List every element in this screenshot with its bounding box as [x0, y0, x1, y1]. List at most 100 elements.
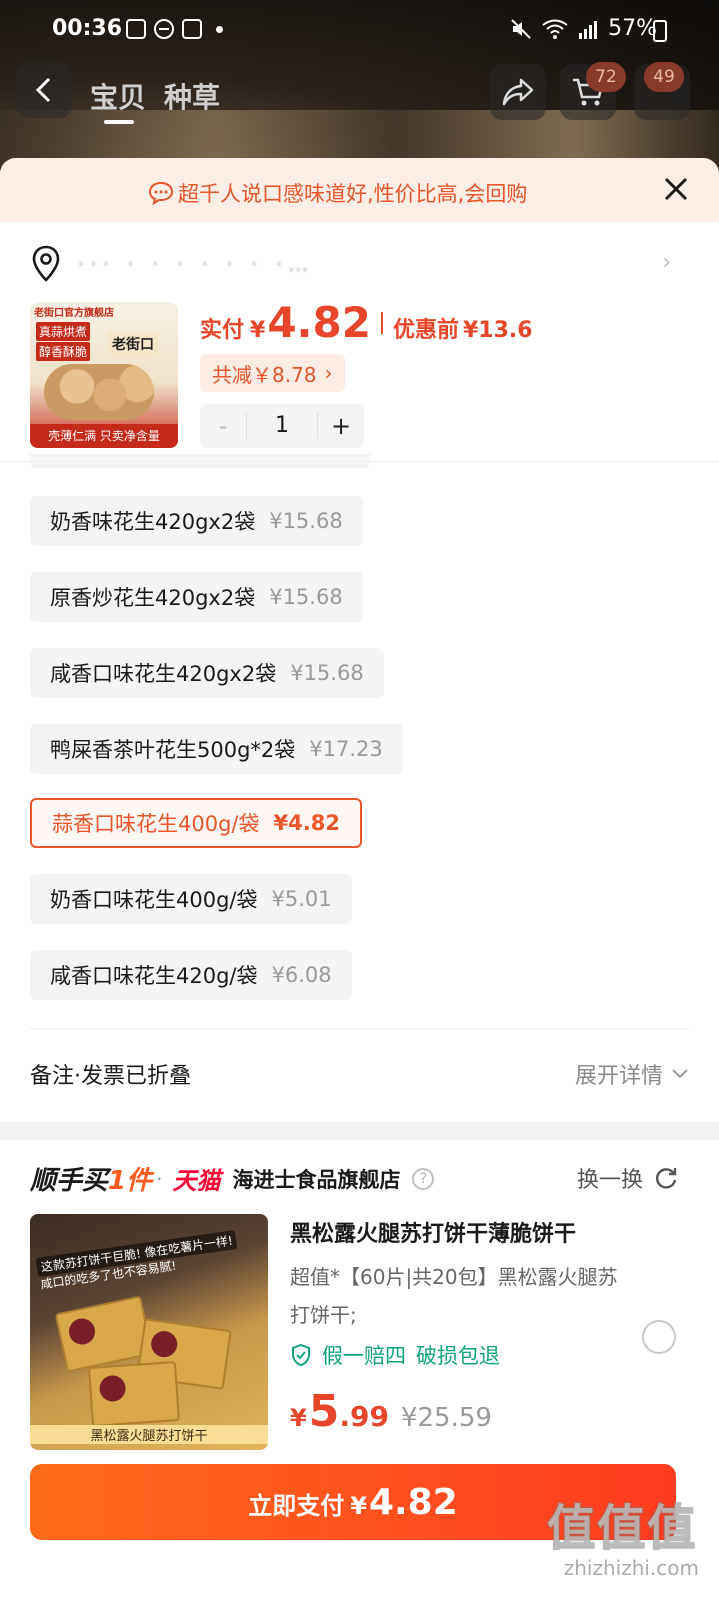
recommend-product-name[interactable]: 黑松露火腿苏打饼干薄脆饼干: [290, 1216, 576, 1248]
recommend-product-desc: 超值*【60片|共20包】黑松露火腿苏打饼干;: [290, 1265, 618, 1327]
option-item[interactable]: 咸香口味花生420g/袋 ¥6.08: [30, 950, 352, 1000]
peanut-image: [44, 364, 154, 420]
mute-icon: [511, 18, 531, 39]
price-decimal: .99: [339, 1400, 389, 1433]
image-icon: [126, 19, 146, 39]
paid-amount: 4.82: [267, 298, 371, 347]
divider: [30, 1028, 689, 1029]
option-price: ¥15.68: [290, 661, 364, 685]
swap-label: 换一换: [576, 1168, 643, 1193]
address-row[interactable]: ··· · · · · · · ·… ›: [0, 238, 719, 298]
app-notification-icon: [182, 19, 202, 39]
price-row: 实付 ¥ 4.82 优惠前 ¥13.6: [200, 298, 533, 347]
tab-grass[interactable]: 种草: [164, 76, 220, 116]
quantity-value[interactable]: 1: [246, 413, 318, 439]
chat-bubble-icon: [148, 181, 174, 205]
old-price: ¥25.59: [400, 1403, 492, 1433]
title-dot: ·: [156, 1166, 163, 1191]
currency-symbol: ¥: [250, 318, 266, 343]
option-name: 咸香口味花生420g/袋: [50, 964, 258, 988]
do-not-disturb-icon: [154, 19, 174, 39]
thumb-brand: 老街口: [108, 332, 158, 356]
watermark-url: zhizhizhi.com: [563, 1556, 699, 1580]
expand-label: 展开详情: [574, 1064, 663, 1089]
thumb-footer: 壳薄仁满 只卖净含量: [30, 424, 178, 448]
recommend-title: 顺手买1件: [30, 1166, 153, 1196]
location-pin-icon: [30, 244, 62, 288]
purchase-sheet: 超千人说口感味道好,性价比高,会回购 ··· · · · · · · ·… › …: [0, 158, 719, 1600]
option-item[interactable]: 鸭屎香茶叶花生500g*2袋 ¥17.23: [30, 724, 403, 774]
option-price: ¥15.68: [269, 509, 343, 533]
message-count-badge: 49: [644, 62, 684, 92]
option-name: 奶香口味花生400g/袋: [50, 888, 258, 912]
cart-count-badge: 72: [586, 62, 626, 92]
option-price: ¥4.82: [273, 811, 340, 835]
battery-icon: [653, 20, 667, 42]
select-radio[interactable]: [642, 1320, 676, 1354]
pay-amount: 4.82: [368, 1482, 458, 1523]
top-nav: 宝贝 种草 72 49: [0, 62, 719, 124]
original-price: ¥13.6: [462, 318, 533, 343]
divider: [0, 461, 719, 462]
active-tab-indicator: [104, 120, 134, 124]
close-icon: [664, 177, 688, 201]
option-name: 鸭屎香茶叶花生500g*2袋: [50, 738, 296, 762]
pay-label: 立即支付: [248, 1492, 345, 1520]
more-dot-icon: [216, 25, 223, 33]
price-divider: [380, 311, 383, 334]
option-item[interactable]: 奶香味花生420gx2袋 ¥15.68: [30, 496, 363, 546]
increase-button[interactable]: +: [318, 412, 364, 440]
tmall-logo: 天猫: [172, 1167, 221, 1195]
status-time: 00:36: [52, 16, 123, 41]
thumb-tag: 真蒜烘煮: [36, 322, 91, 341]
option-name: 奶香味花生420gx2袋: [50, 510, 256, 534]
image-caption: 黑松露火腿苏打饼干: [30, 1425, 268, 1444]
close-button[interactable]: [659, 172, 693, 206]
share-button[interactable]: [490, 64, 546, 120]
currency-symbol: ¥: [290, 1404, 307, 1432]
thumb-store-name: 老街口官方旗舰店: [34, 308, 114, 319]
remark-invoice-row[interactable]: 备注·发票已折叠 展开详情: [30, 1054, 689, 1094]
product-thumbnail[interactable]: 老街口官方旗舰店 真蒜烘煮 醇香酥脆 老街口 壳薄仁满 只卖净含量: [30, 302, 178, 448]
option-price: ¥17.23: [309, 737, 383, 761]
recommend-product-image[interactable]: 这款苏打饼干巨脆! 像在吃薯片一样! 咸口的吃多了也不容易腻! 黑松露火腿苏打饼…: [30, 1214, 268, 1450]
tab-item[interactable]: 宝贝: [90, 76, 146, 116]
option-item[interactable]: 原香炒花生420gx2袋 ¥15.68: [30, 572, 363, 622]
option-name: 蒜香口味花生400g/袋: [52, 812, 260, 836]
quantity-stepper: - 1 +: [200, 404, 364, 448]
swap-button[interactable]: 换一换: [577, 1162, 679, 1194]
expand-details-button[interactable]: 展开详情: [575, 1058, 689, 1090]
address-text: ··· · · · · · · ·…: [78, 252, 315, 276]
discount-detail-button[interactable]: 共减￥8.78 ›: [200, 354, 345, 392]
shield-check-icon: [292, 1343, 310, 1367]
help-icon[interactable]: ?: [412, 1167, 435, 1190]
option-price: ¥6.08: [271, 963, 332, 987]
tip-message: 超千人说口感味道好,性价比高,会回购: [148, 178, 527, 208]
chevron-right-icon: ›: [324, 361, 333, 385]
option-item[interactable]: 咸香口味花生420gx2袋 ¥15.68: [30, 648, 384, 698]
tip-banner: 超千人说口感味道好,性价比高,会回购: [0, 158, 719, 222]
chevron-left-icon: [35, 77, 51, 103]
section-gap: [0, 1122, 719, 1140]
store-name[interactable]: 海进士食品旗舰店: [232, 1164, 400, 1194]
wifi-icon: [542, 19, 568, 39]
decrease-button[interactable]: -: [200, 412, 246, 440]
status-bar: 00:36 57%: [0, 0, 719, 60]
option-name: 咸香口味花生420gx2袋: [50, 662, 277, 686]
remark-label: 备注·发票已折叠: [30, 1064, 191, 1089]
chevron-down-icon: [672, 1069, 688, 1079]
tip-text: 超千人说口感味道好,性价比高,会回购: [178, 182, 528, 206]
chevron-right-icon: ›: [662, 250, 671, 275]
paid-label: 实付: [200, 318, 245, 343]
package-image: [88, 1361, 180, 1427]
option-item-selected[interactable]: 蒜香口味花生400g/袋 ¥4.82: [30, 798, 362, 848]
guarantee-damage: 破损包退: [416, 1344, 500, 1368]
refresh-icon: [655, 1168, 677, 1189]
watermark-logo: 值值值: [546, 1499, 697, 1557]
back-button[interactable]: [16, 62, 72, 118]
guarantee-row: 假一赔四 破损包退: [290, 1340, 500, 1370]
option-item[interactable]: 奶香口味花生400g/袋 ¥5.01: [30, 874, 352, 924]
currency-symbol: ¥: [350, 1492, 367, 1520]
discount-text: 共减￥8.78: [212, 362, 317, 387]
option-price: ¥15.68: [269, 585, 343, 609]
